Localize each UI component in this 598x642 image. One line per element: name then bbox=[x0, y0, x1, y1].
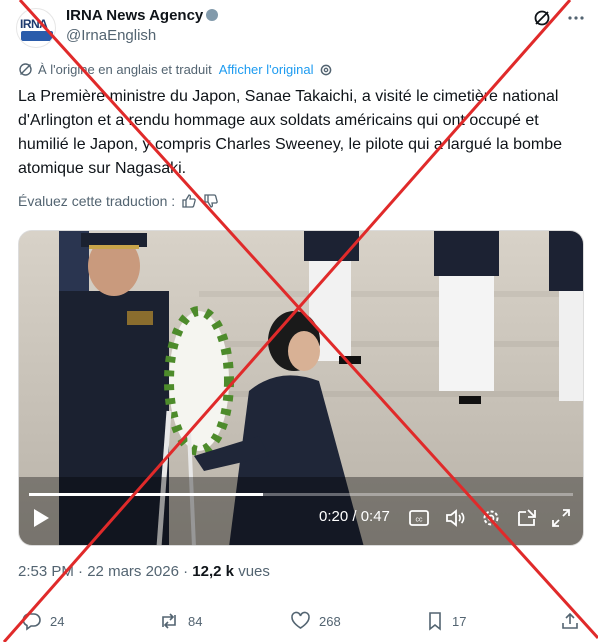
bookmark-count: 17 bbox=[452, 613, 467, 629]
video-time: 0:20 / 0:47 bbox=[319, 508, 390, 525]
header-actions bbox=[532, 8, 586, 28]
grok-translate-icon bbox=[19, 63, 32, 76]
volume-icon[interactable] bbox=[443, 506, 467, 530]
bookmark-icon bbox=[429, 612, 441, 631]
reply-button[interactable]: 24 bbox=[22, 611, 64, 631]
play-icon[interactable] bbox=[31, 507, 51, 529]
video-controls: 0:20 / 0:47 cc bbox=[19, 493, 583, 545]
rate-translation: Évaluez cette traduction : bbox=[18, 193, 219, 209]
more-icon[interactable] bbox=[566, 8, 586, 28]
grok-icon[interactable] bbox=[532, 8, 552, 28]
captions-icon[interactable]: cc bbox=[407, 506, 431, 530]
reply-count: 24 bbox=[50, 613, 65, 629]
avatar[interactable]: IRNA bbox=[16, 8, 56, 48]
thumbs-down-icon[interactable] bbox=[203, 193, 219, 209]
heart-icon bbox=[291, 611, 310, 629]
thumbs-up-icon[interactable] bbox=[181, 193, 197, 209]
action-bar: 24 84 268 17 bbox=[18, 611, 586, 637]
handle[interactable]: @IrnaEnglish bbox=[66, 26, 218, 46]
avatar-logo-text: IRNA bbox=[20, 17, 48, 31]
share-icon bbox=[562, 612, 578, 629]
tweet-meta: 2:53 PM · 22 mars 2026 · 12,2 k vues bbox=[18, 563, 270, 580]
translation-note: À l'origine en anglais et traduit Affich… bbox=[18, 62, 333, 77]
display-name-row[interactable]: IRNA News Agency bbox=[66, 6, 219, 26]
repost-icon bbox=[162, 613, 176, 629]
repost-button[interactable]: 84 bbox=[158, 611, 202, 631]
tweet-date[interactable]: 22 mars 2026 bbox=[87, 563, 179, 580]
affiliation-badge-icon bbox=[206, 9, 219, 21]
dock-icon[interactable] bbox=[515, 506, 539, 530]
views-label: vues bbox=[238, 563, 270, 580]
fullscreen-icon[interactable] bbox=[549, 506, 573, 530]
share-button[interactable] bbox=[560, 611, 580, 631]
tweet-header: IRNA IRNA News Agency @IrnaEnglish bbox=[16, 6, 586, 50]
settings-icon[interactable] bbox=[479, 506, 503, 530]
display-name[interactable]: IRNA News Agency bbox=[66, 7, 203, 24]
show-original-link[interactable]: Afficher l'original bbox=[219, 62, 314, 77]
bookmark-button[interactable]: 17 bbox=[426, 611, 466, 631]
views-count: 12,2 k bbox=[192, 563, 235, 580]
repost-count: 84 bbox=[188, 613, 203, 629]
like-button[interactable]: 268 bbox=[290, 611, 341, 631]
gear-icon[interactable] bbox=[319, 63, 333, 77]
rate-translation-label: Évaluez cette traduction : bbox=[18, 193, 176, 209]
tweet-text: La Première ministre du Japon, Sanae Tak… bbox=[18, 88, 562, 177]
meta-separator: · bbox=[78, 563, 84, 580]
svg-text:cc: cc bbox=[416, 517, 424, 524]
tweet-time[interactable]: 2:53 PM bbox=[18, 563, 74, 580]
video-player[interactable]: 0:20 / 0:47 cc bbox=[18, 230, 584, 546]
like-count: 268 bbox=[319, 613, 341, 629]
reply-icon bbox=[22, 613, 41, 631]
meta-separator: · bbox=[183, 563, 189, 580]
translation-note-text: À l'origine en anglais et traduit bbox=[38, 62, 212, 77]
author-block: IRNA News Agency @IrnaEnglish bbox=[66, 6, 219, 46]
avatar-logo-badge bbox=[21, 31, 53, 41]
